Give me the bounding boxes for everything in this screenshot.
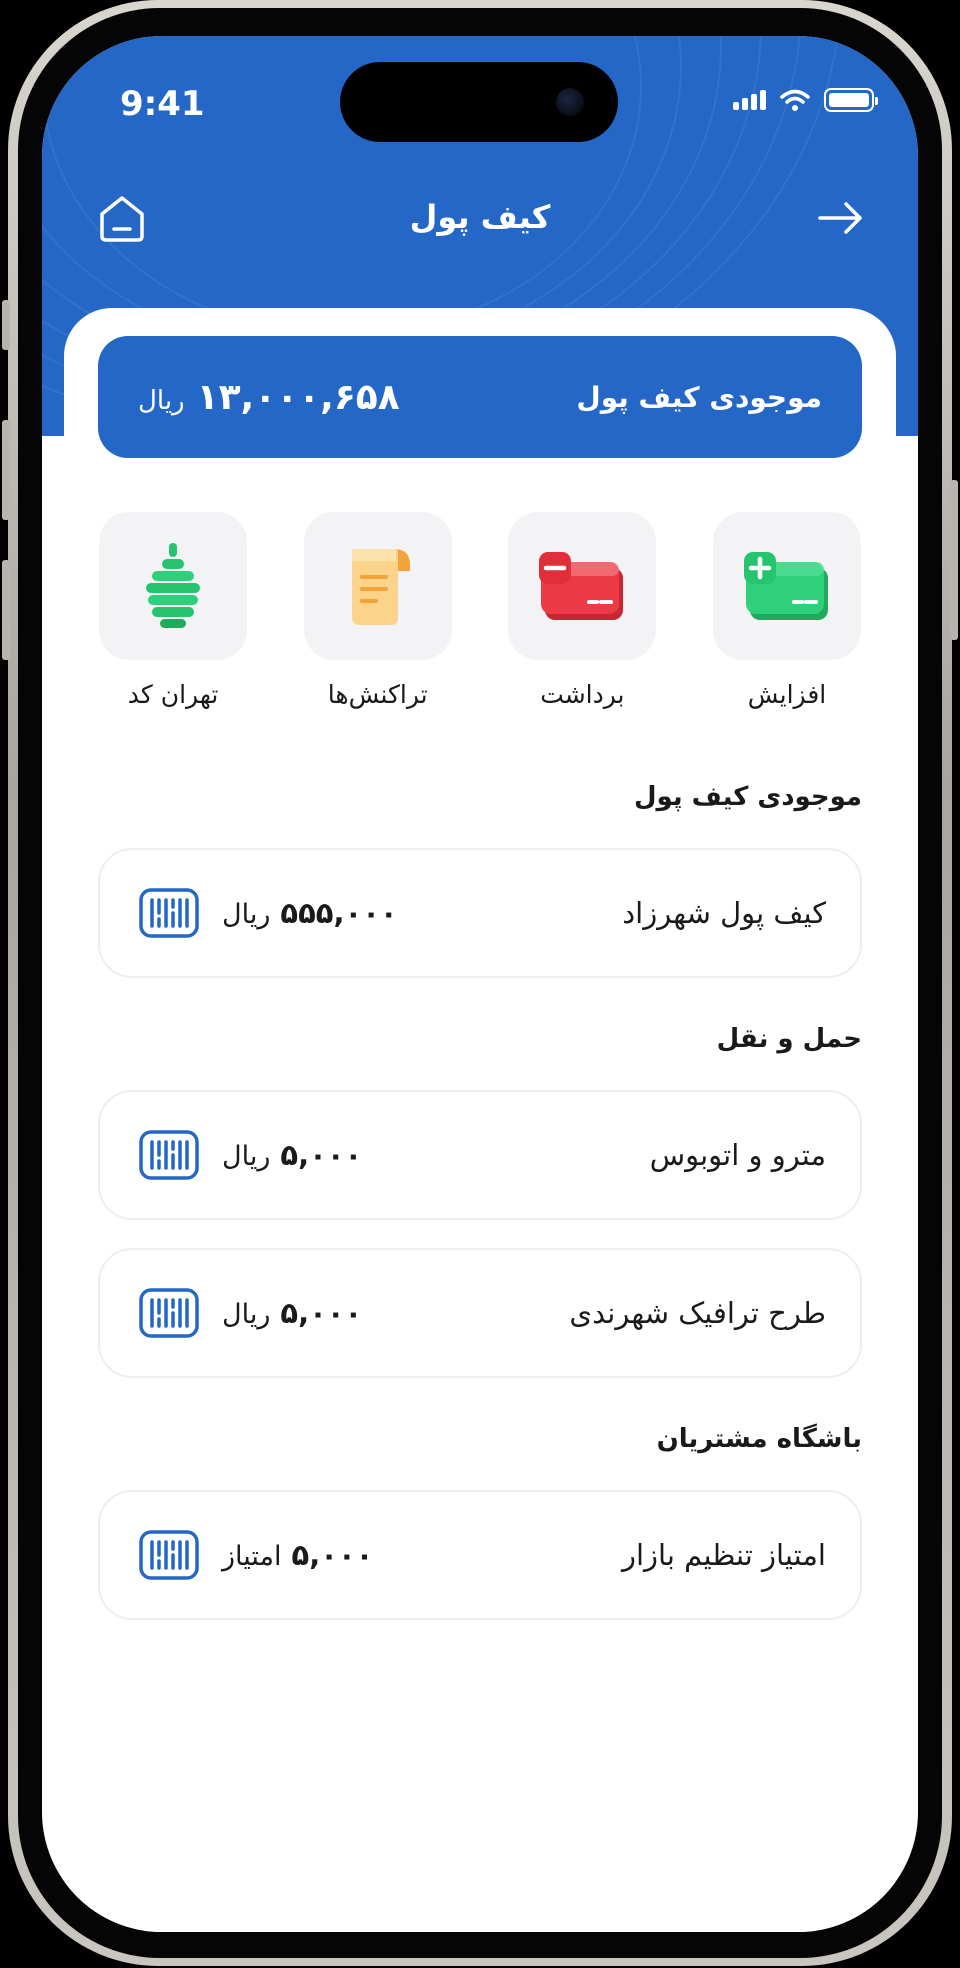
row-unit: ریال (222, 899, 271, 930)
quick-actions: افزایش برداشت (98, 512, 862, 709)
action-tile[interactable] (303, 512, 452, 660)
action-tile[interactable] (99, 512, 248, 660)
wallet-balance-card: موجودی کیف پول ۱۳,۰۰۰,۶۵۸ ریال (98, 336, 862, 458)
wallet-add-icon (744, 552, 828, 620)
list-item[interactable]: مترو و اتوبوس ۵,۰۰۰ ریال (98, 1090, 862, 1220)
balance-amount: ۱۳,۰۰۰,۶۵۸ ریال (138, 377, 400, 418)
row-unit: ریال (222, 1141, 271, 1172)
list-item[interactable]: طرح ترافیک شهرندی ۵,۰۰۰ ریال (98, 1248, 862, 1378)
barcode-icon[interactable] (138, 1287, 200, 1339)
row-value: ۵,۰۰۰ ریال (222, 1296, 362, 1330)
side-button (2, 300, 10, 350)
camera-icon (556, 88, 584, 116)
row-amount: ۵۵۵,۰۰۰ (280, 896, 398, 930)
row-value-group: ۵,۰۰۰ ریال (138, 1129, 362, 1181)
status-time: 9:41 (120, 84, 205, 124)
screen: 9:41 کیف پول موجودی کیف پول ۱۳,۰۰۰,۶۵۸ ر… (42, 36, 918, 1932)
row-value: ۵,۰۰۰ امتیاز (222, 1538, 373, 1572)
row-amount: ۵,۰۰۰ (280, 1296, 363, 1330)
row-value-group: ۵,۰۰۰ امتیاز (138, 1529, 373, 1581)
section-title-transport: حمل و نقل (716, 1024, 862, 1054)
action-increase[interactable]: افزایش (712, 512, 862, 709)
row-amount: ۵,۰۰۰ (280, 1138, 363, 1172)
section-title-wallet: موجودی کیف پول (633, 782, 862, 812)
action-tehran-code[interactable]: تهران کد (98, 512, 248, 709)
barcode-icon[interactable] (138, 1529, 200, 1581)
action-label: تهران کد (127, 680, 219, 709)
dynamic-island (340, 62, 618, 142)
row-value: ۵۵۵,۰۰۰ ریال (222, 896, 398, 930)
row-unit: امتیاز (222, 1541, 282, 1572)
barcode-icon[interactable] (138, 1129, 200, 1181)
action-tile[interactable] (508, 512, 657, 660)
section-title-club: باشگاه مشتریان (656, 1424, 862, 1454)
side-button (950, 480, 958, 640)
barcode-icon[interactable] (138, 887, 200, 939)
wallet-withdraw-icon (539, 552, 624, 620)
receipt-icon (351, 549, 410, 625)
page-title: کیف پول (409, 198, 551, 236)
tehran-code-icon (146, 543, 201, 628)
row-value-group: ۵۵۵,۰۰۰ ریال (138, 887, 398, 939)
row-value: ۵,۰۰۰ ریال (222, 1138, 362, 1172)
arrow-right-icon[interactable] (816, 198, 866, 238)
balance-unit: ریال (138, 385, 185, 416)
row-label: امتیاز تنظیم بازار (621, 1538, 826, 1572)
list-item[interactable]: امتیاز تنظیم بازار ۵,۰۰۰ امتیاز (98, 1490, 862, 1620)
status-icons (733, 88, 878, 112)
side-button (2, 420, 10, 520)
battery-icon (824, 88, 878, 112)
row-label: کیف پول شهرزاد (622, 896, 826, 930)
balance-label: موجودی کیف پول (576, 380, 822, 414)
row-label: مترو و اتوبوس (649, 1138, 826, 1172)
action-tile[interactable] (713, 512, 861, 660)
action-label: افزایش (747, 680, 827, 709)
row-amount: ۵,۰۰۰ (291, 1538, 374, 1572)
action-withdraw[interactable]: برداشت (507, 512, 657, 709)
row-label: طرح ترافیک شهرندی (569, 1296, 826, 1330)
balance-value: ۱۳,۰۰۰,۶۵۸ (196, 376, 400, 418)
action-label: تراکنش‌ها (327, 680, 428, 709)
cellular-signal-icon (733, 90, 766, 110)
row-unit: ریال (222, 1299, 271, 1330)
list-item[interactable]: کیف پول شهرزاد ۵۵۵,۰۰۰ ریال (98, 848, 862, 978)
action-label: برداشت (540, 680, 625, 709)
wifi-icon (780, 89, 810, 111)
side-button (2, 560, 10, 660)
row-value-group: ۵,۰۰۰ ریال (138, 1287, 362, 1339)
action-transactions[interactable]: تراکنش‌ها (303, 512, 453, 709)
